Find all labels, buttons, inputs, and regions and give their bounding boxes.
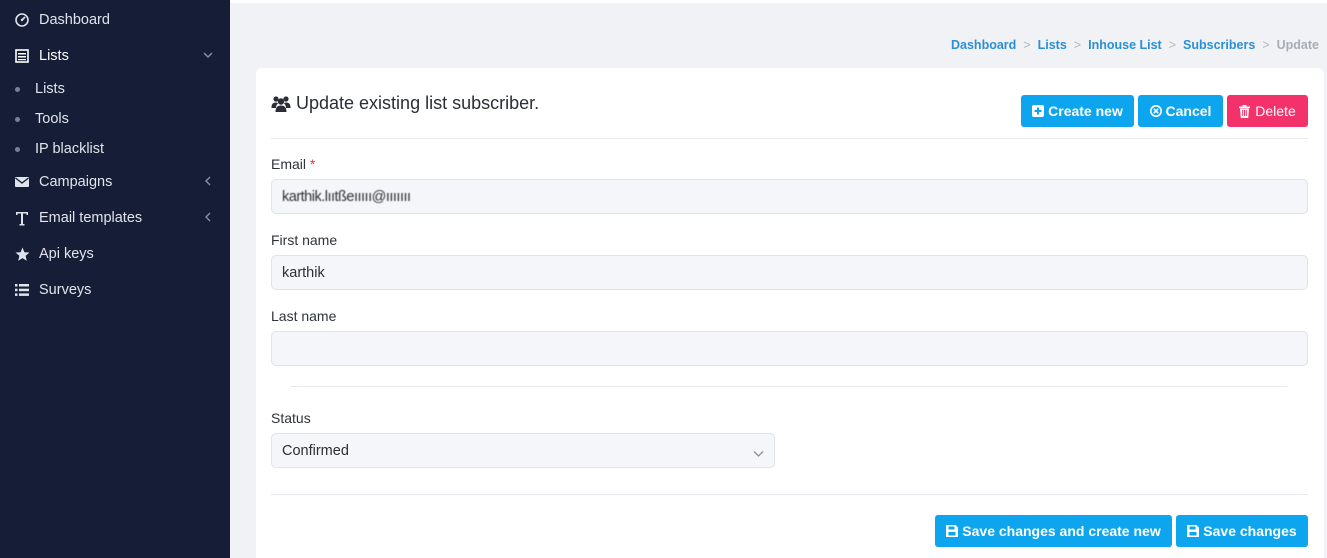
dashboard-icon — [14, 12, 30, 28]
breadcrumb-separator: > — [1023, 38, 1031, 52]
breadcrumb-separator: > — [1073, 38, 1082, 52]
save-and-create-new-button[interactable]: Save changes and create new — [935, 515, 1172, 547]
create-new-button[interactable]: Create new — [1021, 95, 1134, 127]
subscriber-form-card: Update existing list subscriber. Create … — [256, 68, 1324, 558]
sidebar-item-label: Lists — [39, 48, 69, 64]
first-name-label: First name — [271, 232, 338, 248]
list-lines-icon — [14, 282, 30, 298]
sidebar-subitem-lists[interactable]: Lists — [0, 77, 230, 103]
status-select[interactable]: Confirmed — [271, 433, 775, 468]
sidebar: Dashboard Lists Lists Tools IP blacklist… — [0, 0, 230, 558]
sidebar-item-surveys[interactable]: Surveys — [0, 275, 230, 305]
first-name-field[interactable]: karthik — [271, 255, 1308, 290]
cancel-label: Cancel — [1165, 103, 1212, 119]
sidebar-item-label: Email templates — [39, 210, 143, 226]
sidebar-subitem-label: IP blacklist — [35, 141, 105, 157]
top-header — [230, 0, 1327, 3]
breadcrumb: Dashboard > Lists > Inhouse List > Subsc… — [951, 38, 1319, 52]
last-name-field[interactable] — [271, 331, 1308, 366]
chevron-down-icon — [753, 446, 764, 457]
sidebar-item-lists[interactable]: Lists — [0, 41, 230, 71]
bullet-icon — [15, 117, 20, 122]
list-icon — [14, 48, 30, 64]
breadcrumb-separator: > — [1262, 38, 1270, 52]
cancel-button[interactable]: Cancel — [1138, 95, 1223, 127]
section-divider — [291, 386, 1288, 387]
envelope-icon — [14, 174, 30, 190]
email-label-text: Email — [271, 156, 307, 172]
sidebar-subitem-tools[interactable]: Tools — [0, 107, 230, 133]
email-value: karthik.lııtßeııııı@ııııııı — [282, 188, 411, 205]
breadcrumb-dashboard[interactable]: Dashboard — [951, 38, 1016, 52]
sidebar-subitem-label: Lists — [35, 81, 65, 97]
status-label: Status — [271, 410, 311, 426]
save-and-create-new-label: Save changes and create new — [962, 523, 1161, 539]
email-label: Email * — [271, 156, 315, 172]
footer-divider — [271, 494, 1308, 495]
users-icon — [271, 95, 291, 113]
sidebar-item-label: Campaigns — [39, 174, 113, 190]
sidebar-item-label: Surveys — [39, 282, 92, 298]
sidebar-item-campaigns[interactable]: Campaigns — [0, 167, 230, 197]
delete-button[interactable]: Delete — [1227, 95, 1308, 127]
delete-label: Delete — [1255, 103, 1296, 119]
breadcrumb-subscribers[interactable]: Subscribers — [1183, 38, 1255, 52]
email-field[interactable]: karthik.lııtßeııııı@ııııııı — [271, 179, 1308, 214]
text-icon — [14, 210, 30, 226]
last-name-label: Last name — [271, 308, 337, 324]
first-name-value: karthik — [282, 264, 325, 281]
breadcrumb-current: Update — [1276, 38, 1319, 52]
save-icon — [946, 525, 959, 537]
page-title-text: Update existing list subscriber. — [296, 93, 540, 113]
save-changes-button[interactable]: Save changes — [1176, 515, 1308, 547]
star-icon — [14, 246, 30, 262]
breadcrumb-separator: > — [1168, 38, 1177, 52]
chevron-left-icon — [202, 211, 214, 223]
create-new-label: Create new — [1048, 103, 1123, 119]
status-value: Confirmed — [282, 442, 349, 459]
bullet-icon — [15, 87, 20, 92]
sidebar-item-email-templates[interactable]: Email templates — [0, 203, 230, 233]
required-marker: * — [309, 156, 316, 172]
sidebar-item-dashboard[interactable]: Dashboard — [0, 5, 230, 35]
sidebar-item-api-keys[interactable]: Api keys — [0, 239, 230, 269]
sidebar-item-label: Dashboard — [39, 12, 110, 28]
sidebar-subitem-ip-blacklist[interactable]: IP blacklist — [0, 137, 230, 163]
bullet-icon — [15, 147, 20, 152]
page-title: Update existing list subscriber. — [271, 93, 539, 114]
trash-icon — [1239, 105, 1251, 118]
sidebar-item-label: Api keys — [39, 246, 94, 262]
cancel-circle-icon — [1149, 105, 1162, 117]
chevron-down-icon — [202, 49, 214, 61]
save-changes-label: Save changes — [1203, 523, 1297, 539]
plus-square-icon — [1032, 105, 1045, 117]
header-divider — [271, 138, 1308, 139]
sidebar-subitem-label: Tools — [35, 111, 69, 127]
breadcrumb-lists[interactable]: Lists — [1038, 38, 1067, 52]
save-icon — [1187, 525, 1200, 537]
chevron-left-icon — [202, 175, 214, 187]
breadcrumb-inhouse-list[interactable]: Inhouse List — [1088, 38, 1162, 52]
